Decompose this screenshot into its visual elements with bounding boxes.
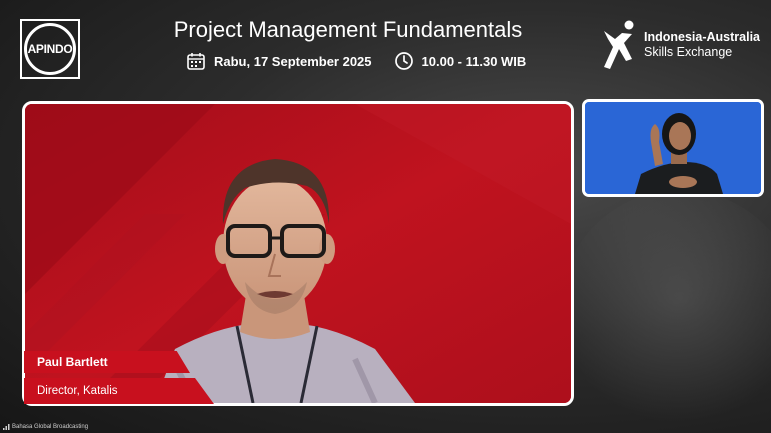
speaker-name-tag: Paul Bartlett Director, Katalis [24,351,214,404]
event-meta: Rabu, 17 September 2025 10.00 - 11.30 WI… [186,50,526,72]
event-time: 10.00 - 11.30 WIB [421,53,527,69]
interpreter-frame [585,102,761,194]
speaker-name: Paul Bartlett [24,351,190,373]
apindo-logo-text: APINDO [27,42,73,56]
calendar-icon [186,51,206,71]
background-decoration [560,190,771,430]
broadcast-label: Bahasa Global Broadcasting [3,424,88,430]
ia-skills-exchange-logo: Indonesia-Australia Skills Exchange [602,19,760,71]
ia-logo-line1: Indonesia-Australia [644,30,760,44]
ia-logo-line2: Skills Exchange [644,45,733,59]
event-date: Rabu, 17 September 2025 [214,53,372,69]
signal-icon [3,424,10,430]
ia-figure-icon [604,20,634,69]
broadcast-label-text: Bahasa Global Broadcasting [12,424,89,430]
clock-icon [394,51,414,71]
speaker-role: Director, Katalis [24,378,214,404]
sign-language-video[interactable] [582,99,764,197]
event-title: Project Management Fundamentals [173,17,523,42]
